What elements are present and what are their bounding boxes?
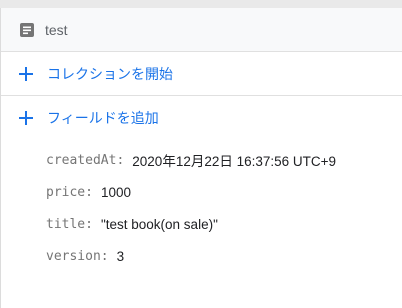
field-key: price: bbox=[46, 184, 93, 200]
field-row-price[interactable]: price: 1000 bbox=[46, 176, 402, 208]
field-row-version[interactable]: version: 3 bbox=[46, 240, 402, 272]
field-key: version: bbox=[46, 248, 109, 264]
add-field-label: フィールドを追加 bbox=[47, 110, 159, 126]
document-panel: test コレクションを開始 フィールドを追加 createdAt: 2020年… bbox=[0, 8, 402, 308]
field-row-title[interactable]: title: "test book(on sale)" bbox=[46, 208, 402, 240]
field-value: 1000 bbox=[100, 184, 132, 200]
field-value: 3 bbox=[116, 248, 125, 264]
field-key: title: bbox=[46, 216, 93, 232]
field-row-createdAt[interactable]: createdAt: 2020年12月22日 16:37:56 UTC+9 bbox=[46, 144, 402, 176]
plus-icon bbox=[17, 109, 35, 127]
document-header[interactable]: test bbox=[1, 8, 402, 52]
field-list: createdAt: 2020年12月22日 16:37:56 UTC+9 pr… bbox=[1, 140, 402, 272]
plus-icon bbox=[17, 65, 35, 83]
field-key: createdAt: bbox=[46, 152, 125, 168]
document-icon bbox=[19, 22, 35, 38]
field-value: "test book(on sale)" bbox=[100, 216, 218, 232]
document-title: test bbox=[45, 21, 68, 38]
add-field-button[interactable]: フィールドを追加 bbox=[1, 96, 402, 140]
start-collection-button[interactable]: コレクションを開始 bbox=[1, 52, 402, 96]
field-value: 2020年12月22日 16:37:56 UTC+9 bbox=[132, 154, 337, 169]
start-collection-label: コレクションを開始 bbox=[47, 65, 173, 82]
